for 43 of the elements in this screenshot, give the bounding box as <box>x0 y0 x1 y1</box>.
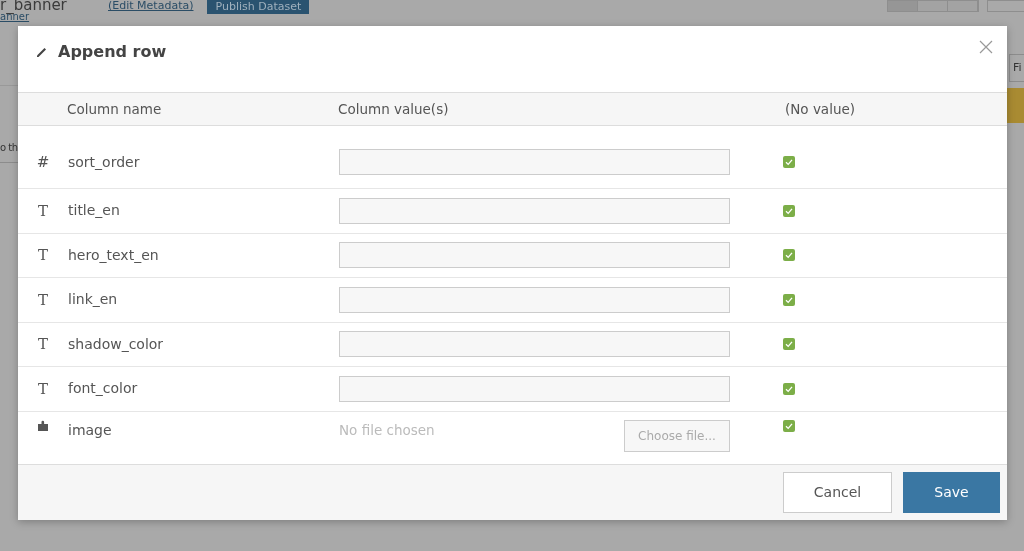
no-value-checkbox[interactable] <box>782 293 795 306</box>
value-input[interactable] <box>339 375 730 402</box>
column-name: image <box>68 420 113 440</box>
value-input[interactable] <box>339 242 730 269</box>
type-icon: T <box>18 244 68 267</box>
edit-metadata-link[interactable]: (Edit Metadata) <box>108 0 194 12</box>
type-icon: T <box>18 333 68 356</box>
save-button[interactable]: Save <box>903 472 1000 513</box>
column-header: Column name <box>66 99 163 119</box>
column-name: font_color <box>68 379 139 399</box>
no-value-checkbox[interactable] <box>782 204 795 217</box>
type-icon: T <box>18 199 68 222</box>
type-icon: T <box>18 288 68 311</box>
view-toggle[interactable] <box>887 0 979 12</box>
choose-file-button[interactable]: Choose file... <box>624 419 730 452</box>
breadcrumb-link[interactable]: anner <box>0 11 30 22</box>
cancel-button[interactable]: Cancel <box>783 472 892 513</box>
column-header: (No value) <box>783 99 857 119</box>
value-input[interactable] <box>339 286 730 313</box>
column-name: title_en <box>68 201 121 221</box>
no-value-checkbox[interactable] <box>782 338 795 351</box>
pencil-icon <box>36 46 48 58</box>
no-value-checkbox[interactable] <box>782 156 795 168</box>
highlight-bar <box>1007 88 1024 123</box>
close-button[interactable] <box>979 40 993 54</box>
value-input[interactable] <box>339 331 730 358</box>
column-header: Column value(s) <box>338 99 450 119</box>
file-status: No file chosen <box>339 420 436 440</box>
column-name: shadow_color <box>68 334 165 354</box>
column-name: link_en <box>68 290 119 310</box>
column-header: Fi <box>1009 54 1024 82</box>
type-icon: T <box>18 377 68 400</box>
column-name: hero_text_en <box>68 245 160 265</box>
type-icon: # <box>18 150 68 174</box>
no-value-checkbox[interactable] <box>782 382 795 395</box>
column-name: sort_order <box>68 152 141 172</box>
dialog-title: Append row <box>58 42 167 62</box>
value-input[interactable] <box>339 197 730 224</box>
no-value-checkbox[interactable] <box>782 419 795 432</box>
no-value-checkbox[interactable] <box>782 249 795 262</box>
publish-button[interactable]: Publish Dataset <box>207 0 310 14</box>
search-field[interactable] <box>987 0 1024 12</box>
value-input[interactable] <box>339 149 730 175</box>
